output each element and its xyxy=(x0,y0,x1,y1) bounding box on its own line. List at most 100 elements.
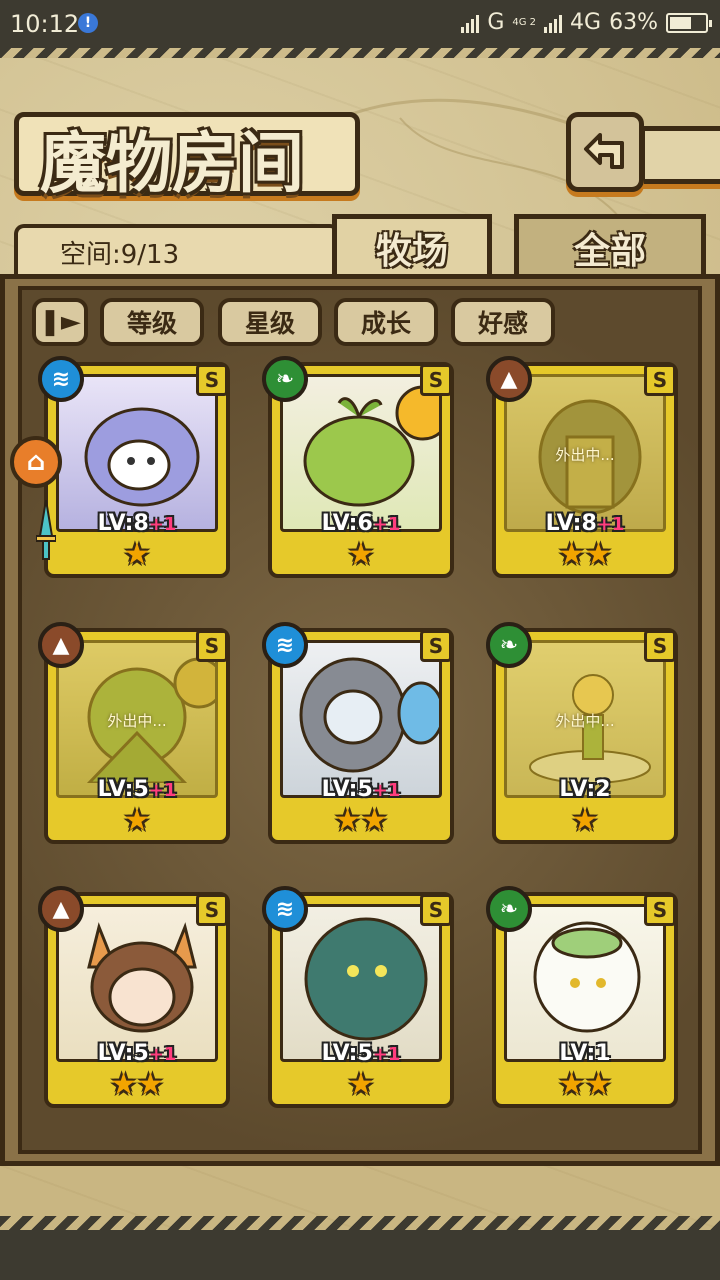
away-label: 外出中... xyxy=(555,712,615,730)
water-element-icon: ≋ xyxy=(38,356,84,402)
star-rating: ★★ xyxy=(110,1067,164,1102)
away-label: 外出中... xyxy=(107,712,167,730)
filter-affection-button[interactable]: 好感 xyxy=(451,298,555,346)
monster-portrait xyxy=(304,917,428,1041)
monster-portrait xyxy=(533,921,641,1033)
back-button-extension xyxy=(640,126,720,184)
monster-portrait xyxy=(303,385,439,507)
filter-toggle-button[interactable]: ❚► xyxy=(32,298,88,346)
level-plus: +1 xyxy=(148,780,177,801)
monster-portrait xyxy=(299,657,439,773)
battery-icon xyxy=(666,12,712,33)
level-value: LV:1 xyxy=(559,1041,611,1066)
network-label: 4G xyxy=(570,10,602,35)
level-plus: +1 xyxy=(148,514,177,535)
level-value: LV:5 xyxy=(321,1041,373,1066)
level-label: LV:6+1 xyxy=(272,511,450,536)
monster-portrait xyxy=(87,922,197,1033)
monster-art xyxy=(280,374,442,532)
filter-star-button[interactable]: 星级 xyxy=(218,298,322,346)
tab-ranch[interactable]: 牧场 xyxy=(332,214,492,276)
away-label: 外出中... xyxy=(555,446,615,464)
tab-all[interactable]: 全部 xyxy=(514,214,706,276)
level-label: LV:2 xyxy=(496,777,674,802)
rank-badge: S xyxy=(196,364,228,396)
space-label: 空间:9/13 xyxy=(60,240,180,270)
status-time: 10:12 xyxy=(10,10,80,38)
rank-badge: S xyxy=(644,630,676,662)
star-rating: ★★ xyxy=(334,803,388,838)
monster-art xyxy=(56,374,218,532)
monster-card[interactable]: S ❧ 外出中... LV:2 ★ xyxy=(486,622,678,844)
rank-badge: S xyxy=(420,364,452,396)
star-rating: ★ xyxy=(123,803,151,838)
monster-card[interactable]: S ≋ LV:8+1 ★ xyxy=(38,356,230,578)
level-label: LV:5+1 xyxy=(272,1041,450,1066)
water-element-icon: ≋ xyxy=(262,886,308,932)
level-label: LV:5+1 xyxy=(48,1041,226,1066)
rank-badge: S xyxy=(644,894,676,926)
monster-art xyxy=(280,904,442,1062)
status-right: G 4G 2 4G 63% xyxy=(461,10,712,35)
filter-growth-button[interactable]: 成长 xyxy=(334,298,438,346)
level-label: LV:8+1 xyxy=(496,511,674,536)
star-rating: ★ xyxy=(347,1067,375,1102)
pause-icon: ❚► xyxy=(39,307,81,337)
battery-fill xyxy=(670,16,691,29)
level-value: LV:8 xyxy=(97,511,149,536)
page-title: 魔物房间 xyxy=(40,124,304,202)
torn-edge-bottom xyxy=(0,1216,720,1280)
monster-card[interactable]: S ❧ LV:6+1 ★ xyxy=(262,356,454,578)
mountain-element-icon: ▲ xyxy=(486,356,532,402)
monster-card[interactable]: S ≋ LV:5+1 ★ xyxy=(262,886,454,1108)
level-plus: +1 xyxy=(372,514,401,535)
monster-portrait xyxy=(84,407,200,507)
level-value: LV:5 xyxy=(321,777,373,802)
monster-art xyxy=(280,640,442,798)
team-marker-icon: ⌂ xyxy=(10,436,62,488)
sword-icon xyxy=(36,500,56,560)
leaf-element-icon: ❧ xyxy=(486,622,532,668)
monster-card[interactable]: S ❧ LV:1 ★★ xyxy=(486,886,678,1108)
star-rating: ★ xyxy=(123,537,151,572)
network-small-label: 4G 2 xyxy=(512,17,537,28)
rank-badge: S xyxy=(196,630,228,662)
status-bar: 10:12 ! G 4G 2 4G 63% xyxy=(0,0,720,48)
signal-icon xyxy=(461,13,480,33)
level-value: LV:5 xyxy=(97,1041,149,1066)
level-plus: +1 xyxy=(372,780,401,801)
level-label: LV:5+1 xyxy=(272,777,450,802)
rank-badge: S xyxy=(420,894,452,926)
rank-badge: S xyxy=(420,630,452,662)
leaf-element-icon: ❧ xyxy=(486,886,532,932)
filter-level-button[interactable]: 等级 xyxy=(100,298,204,346)
back-button[interactable] xyxy=(566,112,644,192)
level-value: LV:8 xyxy=(545,511,597,536)
monster-card[interactable]: S ≋ LV:5+1 ★★ xyxy=(262,622,454,844)
rank-badge: S xyxy=(644,364,676,396)
star-rating: ★ xyxy=(571,803,599,838)
level-label: LV:5+1 xyxy=(48,777,226,802)
monster-card[interactable]: S ▲ LV:5+1 ★★ xyxy=(38,886,230,1108)
level-label: LV:8+1 xyxy=(48,511,226,536)
star-rating: ★ xyxy=(347,537,375,572)
monster-art xyxy=(504,904,666,1062)
level-value: LV:6 xyxy=(321,511,373,536)
signal-icon-2 xyxy=(544,13,563,33)
leaf-element-icon: ❧ xyxy=(262,356,308,402)
battery-percent: 63% xyxy=(609,10,658,35)
water-element-icon: ≋ xyxy=(262,622,308,668)
level-label: LV:1 xyxy=(496,1041,674,1066)
star-rating: ★★ xyxy=(558,537,612,572)
signal-label: G xyxy=(487,10,505,35)
level-plus: +1 xyxy=(148,1044,177,1065)
mountain-element-icon: ▲ xyxy=(38,886,84,932)
monster-card[interactable]: S ▲ 外出中... LV:8+1 ★★ xyxy=(486,356,678,578)
monster-card[interactable]: S ▲ 外出中... LV:5+1 ★ xyxy=(38,622,230,844)
back-arrow-icon xyxy=(584,133,624,169)
level-plus: +1 xyxy=(596,514,625,535)
notification-icon: ! xyxy=(78,13,98,33)
mountain-element-icon: ▲ xyxy=(38,622,84,668)
rank-badge: S xyxy=(196,894,228,926)
star-rating: ★★ xyxy=(558,1067,612,1102)
